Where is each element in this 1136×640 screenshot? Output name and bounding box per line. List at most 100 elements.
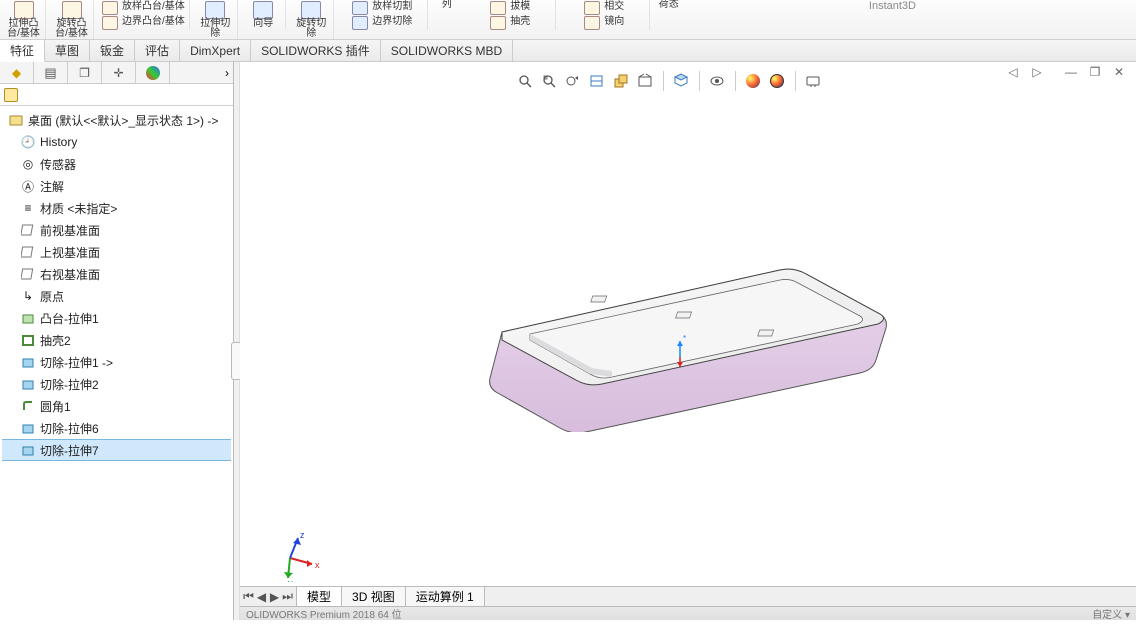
doc-next-icon[interactable]: ▷	[1028, 64, 1046, 80]
heads-up-toolbar	[510, 68, 828, 94]
triad-y-label: y	[288, 578, 293, 582]
tree-boss-extrude1[interactable]: 凸台-拉伸1	[2, 307, 231, 329]
feature-tree[interactable]: 桌面 (默认<<默认>_显示状态 1>) -> 🕘History ◎传感器 Ⓐ注…	[0, 106, 233, 620]
doc-min-icon[interactable]: —	[1062, 64, 1080, 80]
ribbon-group-extrude-boss[interactable]: 拉伸凸 台/基体	[2, 0, 46, 39]
tree-annotations[interactable]: Ⓐ注解	[2, 175, 231, 197]
tree-right-plane[interactable]: 右视基准面	[2, 263, 231, 285]
ribbon: 拉伸凸 台/基体 旋转凸 台/基体 放样凸台/基体 边界凸台/基体 拉伸切 除 …	[0, 0, 1136, 40]
part-icon	[8, 112, 24, 128]
plane-icon	[20, 222, 36, 238]
tab-mbd[interactable]: SOLIDWORKS MBD	[381, 40, 513, 61]
command-manager-tabs: 特征 草图 钣金 评估 DimXpert SOLIDWORKS 插件 SOLID…	[0, 40, 1136, 62]
status-left: OLIDWORKS Premium 2018 64 位	[246, 606, 402, 621]
fm-tab-config[interactable]: ❐	[68, 62, 102, 83]
prev-view-icon[interactable]	[562, 70, 584, 92]
tree-fillet1[interactable]: 圆角1	[2, 395, 231, 417]
tree-front-plane[interactable]: 前视基准面	[2, 219, 231, 241]
view-settings-icon[interactable]	[802, 70, 824, 92]
btab-model[interactable]: 模型	[297, 587, 342, 606]
fm-tab-dim[interactable]: ✛	[102, 62, 136, 83]
manager-tabs-overflow[interactable]: ›	[225, 66, 229, 80]
sensor-icon: ◎	[20, 156, 36, 172]
edit-appearance-icon[interactable]	[742, 70, 764, 92]
tree-origin[interactable]: ↳原点	[2, 285, 231, 307]
manager-tabs: ◆ ▤ ❐ ✛ ›	[0, 62, 233, 84]
triad-x-label: x	[315, 560, 320, 570]
doc-window-controls: ◁ ▷ — ❐ ✕	[1004, 64, 1128, 80]
plane-icon	[20, 266, 36, 282]
tab-sketch[interactable]: 草图	[45, 40, 90, 61]
hud-sep	[694, 71, 700, 91]
ribbon-group-revolve-cut[interactable]: 旋转切 除	[290, 0, 334, 39]
tree-shell2[interactable]: 抽壳2	[2, 329, 231, 351]
tree-sensors[interactable]: ◎传感器	[2, 153, 231, 175]
tab-sheetmetal[interactable]: 钣金	[90, 40, 135, 61]
view-orientation-icon[interactable]	[610, 70, 632, 92]
tree-root-label: 桌面 (默认<<默认>_显示状态 1>) ->	[28, 112, 218, 129]
tree-cut-extrude6[interactable]: 切除-拉伸6	[2, 417, 231, 439]
status-right[interactable]: 自定义 ▾	[1092, 606, 1130, 621]
ribbon-group-load[interactable]: 荷态	[654, 0, 684, 10]
doc-prev-icon[interactable]: ◁	[1004, 64, 1022, 80]
tree-root[interactable]: 桌面 (默认<<默认>_显示状态 1>) ->	[2, 109, 231, 131]
fm-tab-feature-tree[interactable]: ◆	[0, 62, 34, 83]
section-view-icon[interactable]	[586, 70, 608, 92]
fm-tab-appearance[interactable]	[136, 62, 170, 83]
filter-bar	[0, 84, 233, 106]
plane-icon	[20, 244, 36, 260]
btab-prev-icon[interactable]: ◀	[255, 590, 268, 604]
triad[interactable]: x y z	[276, 528, 330, 582]
cut-icon	[20, 442, 36, 458]
hud-sep	[790, 71, 796, 91]
tab-addins[interactable]: SOLIDWORKS 插件	[251, 40, 381, 61]
annotation-icon: Ⓐ	[20, 178, 36, 194]
shell-icon	[20, 332, 36, 348]
tree-cut-extrude7[interactable]: 切除-拉伸7	[2, 439, 231, 461]
ribbon-group-extrude-cut[interactable]: 拉伸切 除	[194, 0, 238, 39]
ribbon-group-loft-boss[interactable]: 放样凸台/基体 边界凸台/基体	[98, 0, 190, 30]
ribbon-group-col[interactable]: 列	[432, 0, 462, 10]
feature-manager-panel: ◆ ▤ ❐ ✛ › 桌面 (默认<<默认>_显示状态 1>) -> 🕘Histo…	[0, 62, 234, 620]
fillet-icon	[20, 398, 36, 414]
doc-close-icon[interactable]: ✕	[1110, 64, 1128, 80]
hide-show-icon[interactable]	[670, 70, 692, 92]
apply-scene-icon[interactable]	[766, 70, 788, 92]
ribbon-group-intersect[interactable]: 相交 镜向	[560, 0, 650, 30]
cut-icon	[20, 420, 36, 436]
btab-first-icon[interactable]: ⏮	[242, 589, 255, 604]
hud-sep	[730, 71, 736, 91]
graphics-view[interactable]: ◁ ▷ — ❐ ✕	[240, 62, 1136, 620]
ribbon-group-wizard[interactable]: 向导	[242, 0, 286, 29]
display-style-icon[interactable]	[634, 70, 656, 92]
tab-features[interactable]: 特征	[0, 40, 45, 62]
zoom-fit-icon[interactable]	[514, 70, 536, 92]
btab-next-icon[interactable]: ▶	[268, 590, 281, 604]
tree-history[interactable]: 🕘History	[2, 131, 231, 153]
btab-last-icon[interactable]: ⏭	[281, 589, 294, 604]
model-render: *	[480, 212, 900, 432]
history-icon: 🕘	[20, 134, 36, 150]
instant3d-label: Instant3D	[869, 0, 916, 12]
tree-cut-extrude2[interactable]: 切除-拉伸2	[2, 373, 231, 395]
tab-evaluate[interactable]: 评估	[135, 40, 180, 61]
tree-cut-extrude1[interactable]: 切除-拉伸1 ->	[2, 351, 231, 373]
triad-z-label: z	[300, 530, 305, 540]
visibility-icon[interactable]	[706, 70, 728, 92]
btab-3dview[interactable]: 3D 视图	[342, 587, 406, 606]
filter-icon[interactable]	[4, 88, 18, 102]
btab-motion[interactable]: 运动算例 1	[406, 587, 485, 606]
ribbon-group-loft-cut[interactable]: 放样切割 边界切除	[338, 0, 428, 30]
cut-icon	[20, 354, 36, 370]
svg-text:*: *	[683, 334, 686, 343]
ribbon-group-draft[interactable]: 拔模 抽壳	[466, 0, 556, 30]
tree-material[interactable]: ≡材质 <未指定>	[2, 197, 231, 219]
tree-top-plane[interactable]: 上视基准面	[2, 241, 231, 263]
fm-tab-property[interactable]: ▤	[34, 62, 68, 83]
material-icon: ≡	[20, 200, 36, 216]
ribbon-group-revolve-boss[interactable]: 旋转凸 台/基体	[50, 0, 94, 39]
tab-dimxpert[interactable]: DimXpert	[180, 40, 251, 61]
hud-sep	[658, 71, 664, 91]
doc-restore-icon[interactable]: ❐	[1086, 64, 1104, 80]
zoom-area-icon[interactable]	[538, 70, 560, 92]
